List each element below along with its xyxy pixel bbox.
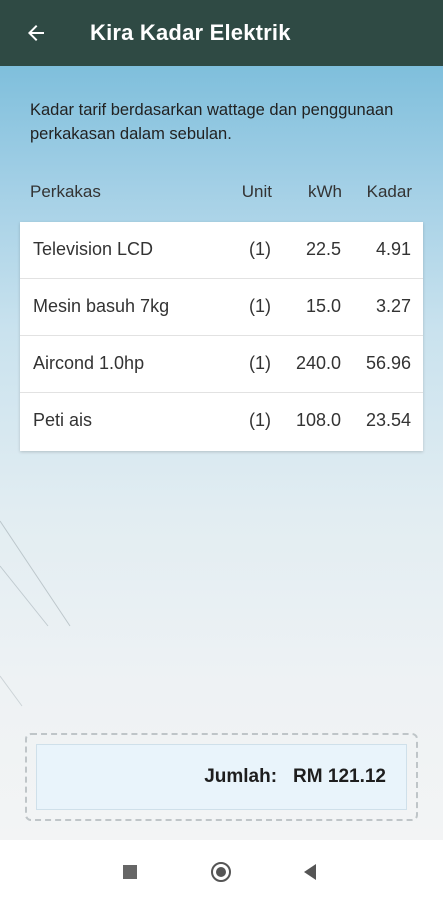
appliance-unit: (1) [249,410,271,430]
table-row[interactable]: Television LCD (1) 22.5 4.91 [20,222,423,279]
header-kwh: kWh [308,182,342,201]
appliance-name: Peti ais [33,410,93,430]
intro-text: Kadar tarif berdasarkan wattage dan peng… [30,101,394,143]
appliance-kwh: 15.0 [305,296,341,316]
total-box: Jumlah: RM 121.12 [36,744,407,810]
appliance-name: Mesin basuh 7kg [33,296,170,316]
table-header: Perkakas Unit kWh Kadar [30,182,414,208]
main-content: Kadar tarif berdasarkan wattage dan peng… [0,66,443,840]
appliance-unit: (1) [249,239,271,259]
table-row[interactable]: Aircond 1.0hp (1) 240.0 56.96 [20,336,423,393]
appliance-kwh: 240.0 [295,353,341,373]
total-container: Jumlah: RM 121.12 [25,733,418,821]
appliance-kwh: 108.0 [295,410,341,430]
header-perkakas: Perkakas [30,182,101,201]
appliance-table: Television LCD (1) 22.5 4.91 Mesin basuh… [20,222,423,451]
appliance-rate: 23.54 [365,410,411,430]
app-bar: Kira Kadar Elektrik [0,0,443,66]
appliance-rate: 4.91 [375,239,411,259]
appliance-name: Aircond 1.0hp [33,353,145,373]
system-nav-bar [0,840,443,900]
table-row[interactable]: Peti ais (1) 108.0 23.54 [20,393,423,449]
square-icon[interactable] [123,865,137,879]
circle-home-icon[interactable] [211,862,231,882]
appliance-name: Television LCD [33,239,154,259]
appliance-rate: 3.27 [375,296,411,316]
arrow-left-icon [28,25,44,41]
appliance-rate: 56.96 [365,353,411,373]
back-button[interactable] [10,0,62,66]
triangle-back-icon[interactable] [304,864,316,880]
appliance-unit: (1) [249,353,271,373]
table-row[interactable]: Mesin basuh 7kg (1) 15.0 3.27 [20,279,423,336]
appliance-kwh: 22.5 [305,239,341,259]
header-unit: Unit [241,182,272,201]
total-label: Jumlah: [204,766,278,787]
page-title: Kira Kadar Elektrik [90,20,291,45]
total-value: RM 121.12 [293,766,386,787]
appliance-unit: (1) [249,296,271,316]
header-kadar: Kadar [366,182,412,201]
